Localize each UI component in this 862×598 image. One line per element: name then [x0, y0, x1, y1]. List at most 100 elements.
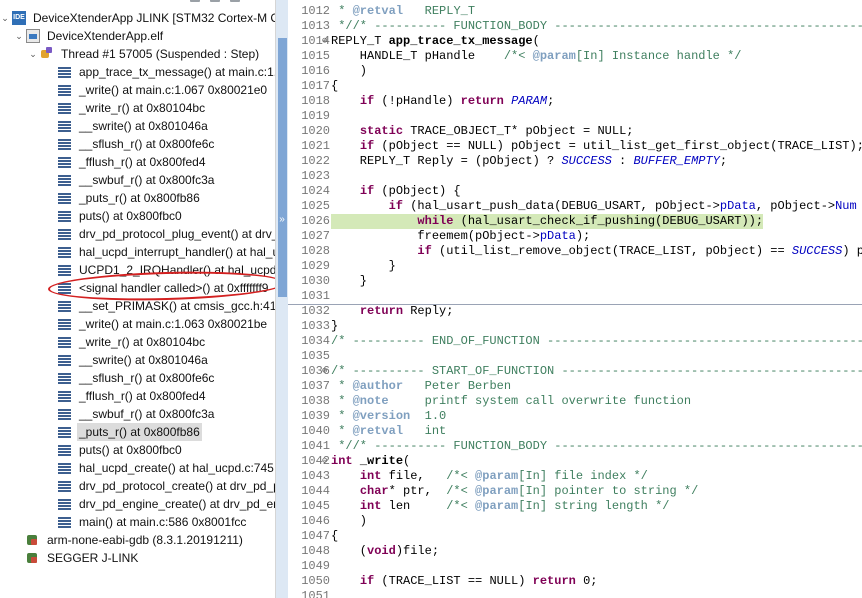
stack-frame-icon	[58, 191, 71, 205]
tree-node-ide[interactable]: ⌄ IDE DeviceXtenderApp JLINK [STM32 Cortex…	[0, 9, 275, 27]
code-line[interactable]: 1020 static TRACE_OBJECT_T* pObject = NU…	[288, 124, 862, 139]
code-text: if (pObject == NULL) pObject = util_list…	[359, 139, 862, 153]
stack-frame-item[interactable]: puts() at 0x800fbc0	[0, 441, 275, 459]
code-line[interactable]: 1035	[288, 349, 862, 364]
code-line[interactable]: 1012 * @retval REPLY_T	[288, 4, 862, 19]
tree-node-gdb[interactable]: arm-none-eabi-gdb (8.3.1.20191211)	[0, 531, 275, 549]
code-line[interactable]: 1017{	[288, 79, 862, 94]
code-line[interactable]: 1033}	[288, 319, 862, 334]
stack-frame-item[interactable]: hal_ucpd_interrupt_handler() at hal_u	[0, 243, 275, 261]
code-line[interactable]: 1028 if (util_list_remove_object(TRACE_L…	[288, 244, 862, 259]
code-line[interactable]: 1047{	[288, 529, 862, 544]
tree-item-label: DeviceXtenderApp.elf	[47, 29, 164, 43]
expand-toggle-icon[interactable]: ⌄	[14, 27, 24, 45]
line-number: 1029	[301, 259, 330, 273]
code-line[interactable]: 1013 *//* ---------- FUNCTION_BODY -----…	[288, 19, 862, 34]
step-icon[interactable]	[230, 0, 240, 2]
stack-frame-icon	[58, 245, 71, 259]
code-line[interactable]: 1024 if (pObject) {	[288, 184, 862, 199]
tree-item-label: __sflush_r() at 0x800fe6c	[79, 371, 215, 385]
code-line[interactable]: 1044 char* ptr, /*< @param[In] pointer t…	[288, 484, 862, 499]
code-line[interactable]: 1025 if (hal_usart_push_data(DEBUG_USART…	[288, 199, 862, 214]
line-number: 1028	[301, 244, 330, 258]
code-line[interactable]: 1015 HANDLE_T pHandle /*< @param[In] Ins…	[288, 49, 862, 64]
tree-item-label: _fflush_r() at 0x800fed4	[79, 155, 206, 169]
code-text: while (hal_usart_check_if_pushing(DEBUG_…	[331, 214, 764, 229]
code-line[interactable]: 1039 * @version 1.0	[288, 409, 862, 424]
expand-toggle-icon[interactable]: ⌄	[0, 9, 10, 27]
stack-frame-item[interactable]: _write_r() at 0x80104bc	[0, 333, 275, 351]
code-line[interactable]: 1045 int len /*< @param[In] string lengt…	[288, 499, 862, 514]
current-execution-line[interactable]: 1026 while (hal_usart_check_if_pushing(D…	[288, 214, 862, 229]
code-text: REPLY_T Reply = (pObject) ? SUCCESS : BU…	[331, 154, 728, 168]
stack-frame-item[interactable]: app_trace_tx_message() at main.c:1.0	[0, 63, 275, 81]
code-line[interactable]: 1042int _write(	[288, 454, 862, 469]
stack-frame-item[interactable]: _puts_r() at 0x800fb86	[0, 423, 275, 441]
stack-frame-item[interactable]: hal_ucpd_create() at hal_ucpd.c:745 0	[0, 459, 275, 477]
thread-icon	[40, 47, 54, 61]
code-line[interactable]: 1051	[288, 589, 862, 598]
stack-frame-item[interactable]: _puts_r() at 0x800fb86	[0, 189, 275, 207]
code-line[interactable]: 1014REPLY_T app_trace_tx_message(	[288, 34, 862, 49]
stack-frame-item[interactable]: _write_r() at 0x80104bc	[0, 99, 275, 117]
stack-frame-item[interactable]: _fflush_r() at 0x800fed4	[0, 387, 275, 405]
stack-frame-item[interactable]: drv_pd_protocol_plug_event() at drv_	[0, 225, 275, 243]
code-editor[interactable]: » 1012 * @retval REPLY_T 1013 *//* ------…	[276, 0, 862, 598]
tree-node-elf[interactable]: ⌄ DeviceXtenderApp.elf	[0, 27, 275, 45]
code-text: *//* ---------- FUNCTION_BODY ----------…	[331, 19, 862, 33]
stack-frame-item[interactable]: __swrite() at 0x801046a	[0, 351, 275, 369]
line-number: 1027	[301, 229, 330, 243]
stack-frame-item[interactable]: __sflush_r() at 0x800fe6c	[0, 135, 275, 153]
debug-tree-pane[interactable]: ⌄ IDE DeviceXtenderApp JLINK [STM32 Cortex…	[0, 0, 275, 598]
line-number: 1049	[301, 559, 330, 573]
tree-node-gdb[interactable]: SEGGER J-LINK	[0, 549, 275, 567]
code-line[interactable]: 1029 }	[288, 259, 862, 274]
code-line[interactable]: 1023	[288, 169, 862, 184]
code-line[interactable]: 1049	[288, 559, 862, 574]
stack-frame-item[interactable]: drv_pd_engine_create() at drv_pd_en	[0, 495, 275, 513]
stack-frame-item[interactable]: _write() at main.c:1.067 0x80021e0	[0, 81, 275, 99]
expand-toggle-icon[interactable]: ⌄	[28, 45, 38, 63]
line-number: 1025	[301, 199, 330, 213]
stack-frame-item[interactable]: __swbuf_r() at 0x800fc3a	[0, 405, 275, 423]
stack-frame-item[interactable]: _write() at main.c:1.063 0x80021be	[0, 315, 275, 333]
code-line[interactable]: 1036/* ---------- START_OF_FUNCTION ----…	[288, 364, 862, 379]
collapse-icon[interactable]	[190, 0, 200, 2]
code-line[interactable]: 1022 REPLY_T Reply = (pObject) ? SUCCESS…	[288, 154, 862, 169]
code-line[interactable]: 1040 * @retval int	[288, 424, 862, 439]
code-line[interactable]: 1038 * @note printf system call overwrit…	[288, 394, 862, 409]
code-line[interactable]: 1018 if (!pHandle) return PARAM;	[288, 94, 862, 109]
code-line[interactable]: 1027 freemem(pObject->pData);	[288, 229, 862, 244]
code-line[interactable]: 1043 int file, /*< @param[In] file index…	[288, 469, 862, 484]
code-line[interactable]: 1050 if (TRACE_LIST == NULL) return 0;	[288, 574, 862, 589]
remove-icon[interactable]	[210, 0, 220, 2]
debug-toolbar[interactable]	[180, 0, 270, 4]
stack-frame-icon	[58, 119, 71, 133]
tree-item-label: __swbuf_r() at 0x800fc3a	[79, 173, 215, 187]
debugger-process-icon	[26, 533, 40, 547]
stack-frame-item[interactable]: main() at main.c:586 0x8001fcc	[0, 513, 275, 531]
stack-frame-item[interactable]: __swrite() at 0x801046a	[0, 117, 275, 135]
stack-frame-item[interactable]: __swbuf_r() at 0x800fc3a	[0, 171, 275, 189]
code-line[interactable]: 1037 * @author Peter Berben	[288, 379, 862, 394]
tree-node-thread[interactable]: ⌄ Thread #1 57005 (Suspended : Step)	[0, 45, 275, 63]
tree-item-label: _write_r() at 0x80104bc	[79, 101, 206, 115]
code-line[interactable]: 1030 }	[288, 274, 862, 289]
code-line[interactable]: 1016 )	[288, 64, 862, 79]
code-line[interactable]: 1032 return Reply;	[288, 304, 862, 319]
code-line[interactable]: 1048 (void)file;	[288, 544, 862, 559]
tree-item-label: _write() at main.c:1.063 0x80021be	[79, 317, 268, 331]
code-line[interactable]: 1046 )	[288, 514, 862, 529]
code-line[interactable]: 1041 *//* ---------- FUNCTION_BODY -----…	[288, 439, 862, 454]
tree-item-label: DeviceXtenderApp JLINK [STM32 Cortex-M C…	[33, 11, 275, 25]
code-line[interactable]: 1034/* ---------- END_OF_FUNCTION ------…	[288, 334, 862, 349]
code-line[interactable]: 1021 if (pObject == NULL) pObject = util…	[288, 139, 862, 154]
stack-frame-item[interactable]: _fflush_r() at 0x800fed4	[0, 153, 275, 171]
code-line[interactable]: 1031	[288, 289, 862, 305]
stack-frame-item[interactable]: __sflush_r() at 0x800fe6c	[0, 369, 275, 387]
stack-frame-item[interactable]: puts() at 0x800fbc0	[0, 207, 275, 225]
code-text: * @retval int	[331, 424, 447, 438]
code-line[interactable]: 1019	[288, 109, 862, 124]
line-number: 1012	[301, 4, 330, 18]
stack-frame-item[interactable]: drv_pd_protocol_create() at drv_pd_p	[0, 477, 275, 495]
